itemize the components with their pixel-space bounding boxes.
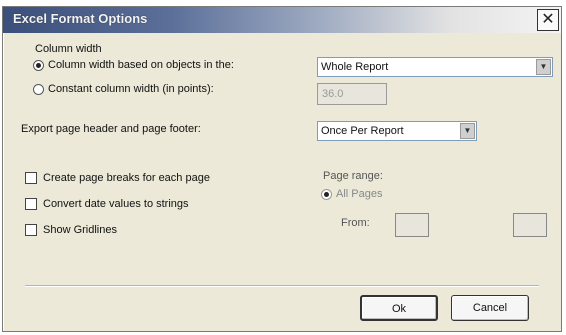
- page-header-footer-label: Export page header and page footer:: [21, 123, 201, 135]
- close-icon: ✕: [541, 11, 555, 28]
- title-bar[interactable]: Excel Format Options ✕: [3, 7, 561, 33]
- radio-button[interactable]: [33, 83, 44, 95]
- checkbox-convert-dates[interactable]: Convert date values to strings: [25, 198, 189, 210]
- report-section-value: Whole Report: [321, 61, 389, 73]
- checkbox[interactable]: [25, 224, 37, 236]
- radio-constant-width-label: Constant column width (in points):: [48, 83, 214, 95]
- cancel-button-label: Cancel: [472, 302, 508, 314]
- page-header-footer-select[interactable]: Once Per Report ▼: [317, 121, 477, 141]
- ok-button-label: Ok: [391, 303, 407, 315]
- page-breaks-label: Create page breaks for each page: [43, 172, 210, 184]
- close-button[interactable]: ✕: [537, 9, 559, 31]
- page-from-input[interactable]: [395, 213, 429, 237]
- constant-width-input[interactable]: 36.0: [317, 83, 387, 105]
- radio-constant-width[interactable]: Constant column width (in points):: [33, 83, 214, 95]
- page-from-label: From:: [341, 217, 370, 229]
- convert-dates-label: Convert date values to strings: [43, 198, 189, 210]
- report-section-select[interactable]: Whole Report ▼: [317, 57, 553, 77]
- column-width-group-label: Column width: [35, 43, 102, 55]
- radio-all-pages[interactable]: All Pages: [321, 188, 382, 200]
- radio-button-selected[interactable]: [33, 59, 44, 71]
- page-range-label: Page range:: [323, 170, 383, 182]
- page-to-input[interactable]: [513, 213, 547, 237]
- chevron-down-icon[interactable]: ▼: [460, 123, 475, 139]
- chevron-down-icon[interactable]: ▼: [536, 59, 551, 75]
- checkbox[interactable]: [25, 198, 37, 210]
- cancel-button[interactable]: Cancel: [451, 295, 529, 321]
- radio-button-selected[interactable]: [321, 188, 332, 200]
- constant-width-value: 36.0: [322, 88, 344, 100]
- dialog-title: Excel Format Options: [13, 11, 148, 26]
- show-gridlines-label: Show Gridlines: [43, 224, 117, 236]
- radio-width-based-on-objects[interactable]: Column width based on objects in the:: [33, 59, 234, 71]
- ok-button[interactable]: Ok: [360, 295, 438, 321]
- page-header-footer-value: Once Per Report: [321, 125, 404, 137]
- checkbox-page-breaks[interactable]: Create page breaks for each page: [25, 172, 210, 184]
- all-pages-label: All Pages: [336, 188, 383, 200]
- separator: [25, 285, 539, 287]
- radio-width-objects-label: Column width based on objects in the:: [48, 59, 234, 71]
- excel-format-options-dialog: Excel Format Options ✕ Column width Colu…: [2, 6, 562, 332]
- checkbox[interactable]: [25, 172, 37, 184]
- checkbox-show-gridlines[interactable]: Show Gridlines: [25, 224, 117, 236]
